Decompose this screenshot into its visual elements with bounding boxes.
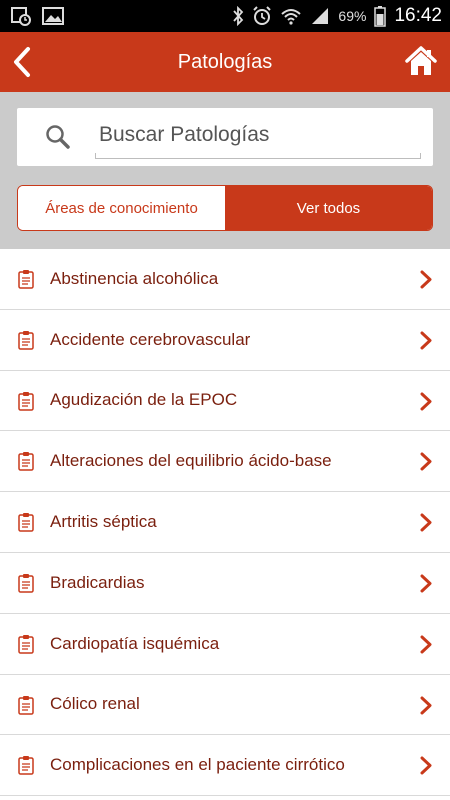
list-item-label: Complicaciones en el paciente cirrótico	[50, 755, 345, 775]
list-item[interactable]: Abstinencia alcohólica	[0, 249, 450, 310]
chevron-right-icon	[420, 574, 432, 593]
home-button[interactable]	[404, 44, 438, 78]
list-item[interactable]: Accidente cerebrovascular	[0, 309, 450, 371]
search-input[interactable]	[95, 117, 421, 153]
bluetooth-icon	[233, 6, 244, 26]
clipboard-icon	[18, 513, 34, 532]
clipboard-icon	[18, 695, 34, 715]
list-item[interactable]: Cólico renal	[0, 674, 450, 736]
clock: 16:42	[394, 5, 442, 26]
chevron-right-icon	[420, 392, 432, 411]
list-item-label: Cólico renal	[50, 694, 140, 714]
clipboard-icon	[18, 756, 34, 776]
list-item-label: Agudización de la EPOC	[50, 390, 238, 410]
chevron-right-icon	[420, 452, 432, 471]
clipboard-icon	[18, 573, 34, 593]
search-section: Áreas de conocimiento Ver todos	[0, 92, 450, 249]
search-underline	[95, 153, 421, 159]
list-item[interactable]: Cardiopatía isquémica	[0, 613, 450, 675]
chevron-right-icon	[420, 331, 432, 350]
clipboard-icon	[18, 270, 34, 289]
clipboard-icon	[18, 452, 34, 472]
chevron-left-icon	[14, 47, 30, 77]
list-item[interactable]: Alteraciones del equilibrio ácido-base	[0, 431, 450, 493]
clipboard-icon	[18, 391, 34, 411]
wifi-icon	[281, 9, 302, 25]
status-bar-left	[10, 6, 74, 26]
home-icon	[405, 46, 437, 75]
segmented-control: Áreas de conocimiento Ver todos	[17, 185, 433, 231]
back-button[interactable]	[8, 44, 36, 80]
tab-areas-conocimiento[interactable]: Áreas de conocimiento	[18, 186, 225, 230]
status-bar-right: 69% 16:42	[224, 5, 442, 27]
search-icon	[46, 125, 70, 149]
chevron-right-icon	[420, 696, 432, 715]
tab-ver-todos-label: Ver todos	[296, 199, 361, 217]
list-item[interactable]: Agudización de la EPOC	[0, 370, 450, 432]
pathology-list: Abstinencia alcohólica Accidente cerebro…	[0, 249, 450, 797]
list-item-label: Bradicardias	[50, 572, 145, 592]
battery-percentage: 69%	[338, 8, 367, 24]
chevron-right-icon	[420, 756, 432, 775]
tab-ver-todos[interactable]: Ver todos	[225, 186, 432, 230]
chevron-right-icon	[420, 270, 432, 289]
chevron-right-icon	[420, 635, 432, 654]
list-item-label: Cardiopatía isquémica	[50, 633, 220, 653]
app-bar: Patologías	[0, 32, 450, 92]
chevron-right-icon	[420, 513, 432, 532]
battery-icon	[374, 6, 387, 27]
list-item[interactable]: Complicaciones en el paciente cirrótico	[0, 735, 450, 797]
page-title: Patologías	[177, 50, 273, 73]
clipboard-icon	[18, 634, 34, 654]
list-item[interactable]: Bradicardias	[0, 552, 450, 614]
tab-areas-conocimiento-label: Áreas de conocimiento	[45, 199, 198, 217]
list-item-label: Accidente cerebrovascular	[50, 329, 251, 349]
list-item-label: Artritis séptica	[50, 512, 157, 532]
gallery-notification-icon	[11, 7, 31, 26]
clipboard-icon	[18, 330, 34, 350]
image-notification-icon	[42, 7, 64, 25]
signal-icon	[312, 8, 329, 24]
list-item[interactable]: Artritis séptica	[0, 492, 450, 553]
list-item-label: Alteraciones del equilibrio ácido-base	[50, 451, 332, 471]
alarm-icon	[253, 6, 272, 25]
list-item-label: Abstinencia alcohólica	[50, 268, 219, 288]
search-box	[17, 108, 433, 166]
status-bar: 69% 16:42	[0, 0, 450, 32]
